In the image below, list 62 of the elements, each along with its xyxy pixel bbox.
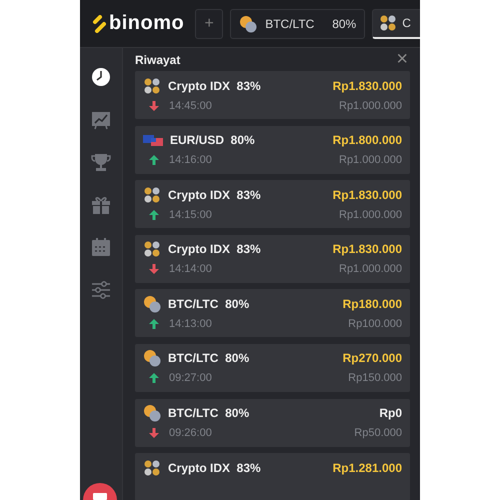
- trade-time: 14:16:00: [169, 154, 212, 166]
- trade-card[interactable]: Crypto IDX 83% Rp1.281.000: [135, 453, 410, 500]
- clock-icon[interactable]: [91, 67, 111, 87]
- result-amount: Rp270.000: [342, 351, 402, 366]
- stake-amount: Rp1.000.000: [339, 100, 402, 112]
- chat-button[interactable]: [80, 480, 120, 500]
- stake-amount: Rp150.000: [348, 372, 402, 384]
- stake-amount: Rp100.000: [348, 318, 402, 330]
- stake-amount: Rp1.000.000: [339, 154, 402, 166]
- trade-time: 14:13:00: [169, 318, 212, 330]
- coins-icon: [143, 458, 161, 477]
- calendar-icon[interactable]: [91, 237, 111, 257]
- asset-name: BTC/LTC 80%: [168, 351, 250, 366]
- asset-name: Crypto IDX 83%: [168, 242, 261, 256]
- trade-card[interactable]: BTC/LTC 80% Rp270.000 09:27:00 Rp150.000: [135, 344, 410, 392]
- logo-text: binomo: [109, 12, 184, 35]
- asset-name: BTC/LTC 80%: [168, 296, 250, 311]
- asset-tab[interactable]: C: [372, 8, 420, 38]
- coin-pair-icon: [143, 404, 161, 422]
- trade-card[interactable]: EUR/USD 80% Rp1.800.000 14:16:00 Rp1.000.000: [135, 126, 410, 174]
- trade-card[interactable]: BTC/LTC 80% Rp0 09:26:00 Rp50.000: [135, 398, 410, 447]
- result-amount: Rp180.000: [342, 296, 402, 311]
- coins-icon: [143, 76, 161, 94]
- coins-icon: [143, 186, 161, 204]
- trade-card[interactable]: Crypto IDX 83% Rp1.830.000 14:15:00 Rp1.000.000: [135, 180, 410, 228]
- asset-tab[interactable]: BTC/LTC 80%: [230, 8, 366, 38]
- asset-name: BTC/LTC 80%: [168, 406, 250, 420]
- trade-time: 14:45:00: [169, 100, 212, 112]
- asset-name: Crypto IDX 83%: [168, 188, 261, 202]
- flag-pair-icon: [143, 134, 163, 146]
- logo-icon: [92, 14, 106, 32]
- chart-icon[interactable]: [91, 110, 111, 130]
- trade-time: 09:27:00: [169, 372, 212, 384]
- result-amount: Rp1.281.000: [332, 460, 402, 475]
- trade-time: 09:26:00: [169, 427, 212, 440]
- stake-amount: Rp1.000.000: [339, 263, 402, 276]
- asset-name: EUR/USD 80%: [170, 133, 255, 148]
- result-amount: Rp1.830.000: [332, 78, 402, 92]
- stake-amount: Rp50.000: [354, 427, 402, 440]
- trade-card[interactable]: Crypto IDX 83% Rp1.830.000 14:14:00 Rp1.000.000: [135, 234, 410, 283]
- gift-icon[interactable]: [91, 194, 111, 214]
- stake-amount: Rp1.000.000: [339, 208, 402, 221]
- asset-name: Crypto IDX 83%: [168, 460, 261, 475]
- panel-title: Riwayat: [135, 52, 180, 66]
- coins-icon: [143, 240, 161, 258]
- coins-icon: [379, 14, 398, 32]
- sliders-icon[interactable]: [91, 280, 111, 300]
- result-amount: Rp1.830.000: [332, 242, 402, 256]
- coin-pair-icon: [239, 14, 258, 32]
- trade-card[interactable]: BTC/LTC 80% Rp180.000 14:13:00 Rp100.000: [135, 289, 410, 338]
- trade-time: 14:15:00: [169, 208, 212, 221]
- coin-pair-icon: [143, 294, 161, 313]
- coin-pair-icon: [143, 349, 161, 368]
- trade-time: 14:14:00: [169, 263, 212, 276]
- close-button[interactable]: ×: [394, 48, 410, 71]
- asset-name: Crypto IDX 83%: [168, 78, 261, 92]
- result-amount: Rp1.800.000: [332, 133, 402, 148]
- trade-card[interactable]: Crypto IDX 83% Rp1.830.000 14:45:00 Rp1.000.000: [135, 71, 410, 119]
- trophy-icon[interactable]: [91, 152, 111, 172]
- result-amount: Rp0: [379, 406, 402, 420]
- add-tab-button[interactable]: +: [195, 8, 224, 38]
- result-amount: Rp1.830.000: [332, 188, 402, 202]
